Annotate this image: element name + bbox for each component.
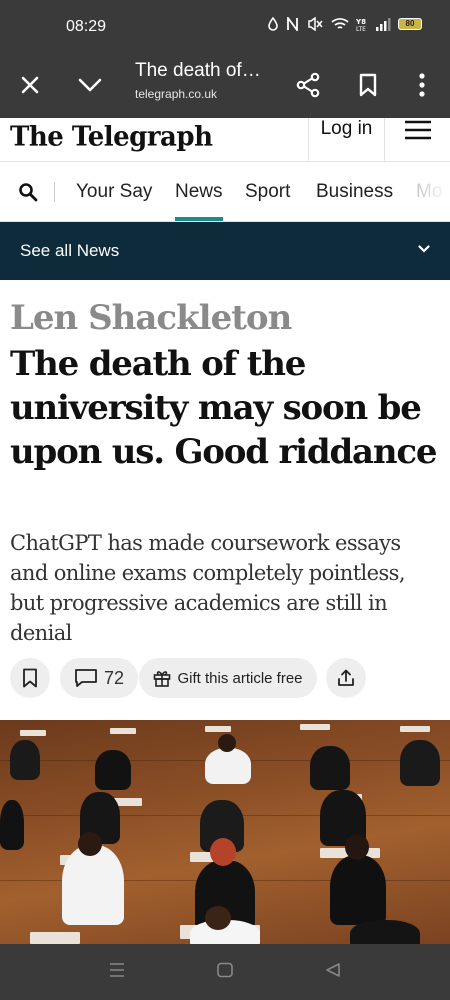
signal-icon [376, 18, 391, 31]
student-figure [330, 855, 386, 925]
share-article-button[interactable] [326, 658, 366, 698]
search-icon [19, 183, 38, 202]
telegraph-logo[interactable]: The Telegraph [10, 121, 213, 153]
more-options-button[interactable] [404, 52, 440, 118]
data-saver-icon [268, 17, 278, 31]
article-standfirst: ChatGPT has made coursework essays and o… [10, 531, 406, 645]
status-icons: Y8 LTE 80 [267, 17, 422, 31]
bookmark-icon [23, 668, 37, 688]
student-head [345, 834, 369, 860]
comment-count: 72 [103, 667, 125, 688]
student-figure [310, 746, 350, 790]
login-button[interactable]: Log in [308, 118, 385, 162]
close-tab-button[interactable] [12, 52, 48, 118]
student-head [210, 838, 236, 866]
page-url[interactable]: telegraph.co.uk [135, 87, 217, 101]
article-headline: The death of the university may soon be … [10, 344, 438, 472]
more-vert-icon [419, 73, 425, 97]
student-figure [0, 800, 24, 850]
section-nav: Your Say News Sport Business Mo [0, 162, 450, 222]
menu-button[interactable] [386, 118, 450, 162]
student-figure [205, 748, 251, 784]
exam-desk [20, 730, 46, 736]
exam-desk [400, 726, 430, 732]
status-bar: 08:29 Y8 LTE 80 [0, 0, 450, 52]
student-head [218, 734, 236, 752]
share-button[interactable] [290, 52, 326, 118]
author-name[interactable]: Len Shackleton [10, 298, 292, 338]
student-figure [10, 740, 40, 780]
close-icon [21, 76, 39, 94]
wifi-icon [331, 18, 349, 29]
student-head [78, 832, 102, 856]
nav-item-sport[interactable]: Sport [245, 181, 290, 203]
nav-item-business[interactable]: Business [316, 181, 393, 203]
comment-icon [75, 669, 97, 687]
student-figure [400, 740, 440, 786]
chevron-down-icon [78, 78, 102, 92]
upload-share-icon [338, 669, 354, 686]
share-icon [296, 72, 320, 98]
save-article-button[interactable] [10, 658, 50, 698]
home-square-icon [217, 962, 233, 978]
svg-text:LTE: LTE [356, 26, 366, 31]
browser-toolbar: The death of… telegraph.co.uk [0, 52, 450, 118]
bookmark-page-button[interactable] [350, 52, 386, 118]
system-nav-bar [0, 944, 450, 1000]
menu-lines-icon [110, 963, 124, 977]
back-triangle-icon [326, 963, 340, 977]
student-figure [350, 920, 420, 944]
bookmark-icon [359, 73, 377, 97]
site-header: The Telegraph Log in [0, 118, 450, 162]
gift-icon [154, 671, 171, 687]
nav-item-your-say[interactable]: Your Say [76, 181, 152, 203]
see-all-news-bar[interactable]: See all News [0, 222, 450, 280]
volte-icon: Y8LTE [356, 18, 366, 31]
minimize-button[interactable] [72, 52, 108, 118]
svg-text:Y8: Y8 [356, 18, 366, 26]
nav-item-news[interactable]: News [175, 181, 223, 221]
gift-label: Gift this article free [177, 669, 303, 687]
mute-icon [308, 17, 323, 31]
status-time: 08:29 [66, 18, 107, 35]
article-hero-image[interactable] [0, 720, 450, 944]
chevron-down-icon [418, 245, 430, 253]
exam-desk [30, 932, 80, 944]
battery-icon: 80 [398, 18, 422, 30]
student-figure [62, 845, 124, 925]
recent-apps-button[interactable] [108, 962, 126, 983]
exam-desk [110, 728, 136, 734]
nav-search-button[interactable] [18, 182, 38, 207]
nfc-icon [287, 17, 298, 31]
student-head [205, 906, 231, 930]
see-all-label: See all News [20, 241, 120, 260]
student-figure [95, 750, 131, 790]
gift-article-button[interactable]: Gift this article free [139, 658, 317, 698]
exam-desk [205, 726, 231, 732]
hamburger-icon [405, 120, 431, 140]
home-button[interactable] [216, 962, 234, 983]
page-title[interactable]: The death of… [135, 60, 261, 82]
exam-desk [300, 724, 330, 730]
nav-fade [410, 162, 450, 221]
back-button[interactable] [324, 962, 342, 983]
nav-divider [54, 182, 55, 202]
comments-button[interactable]: 72 [60, 658, 138, 698]
